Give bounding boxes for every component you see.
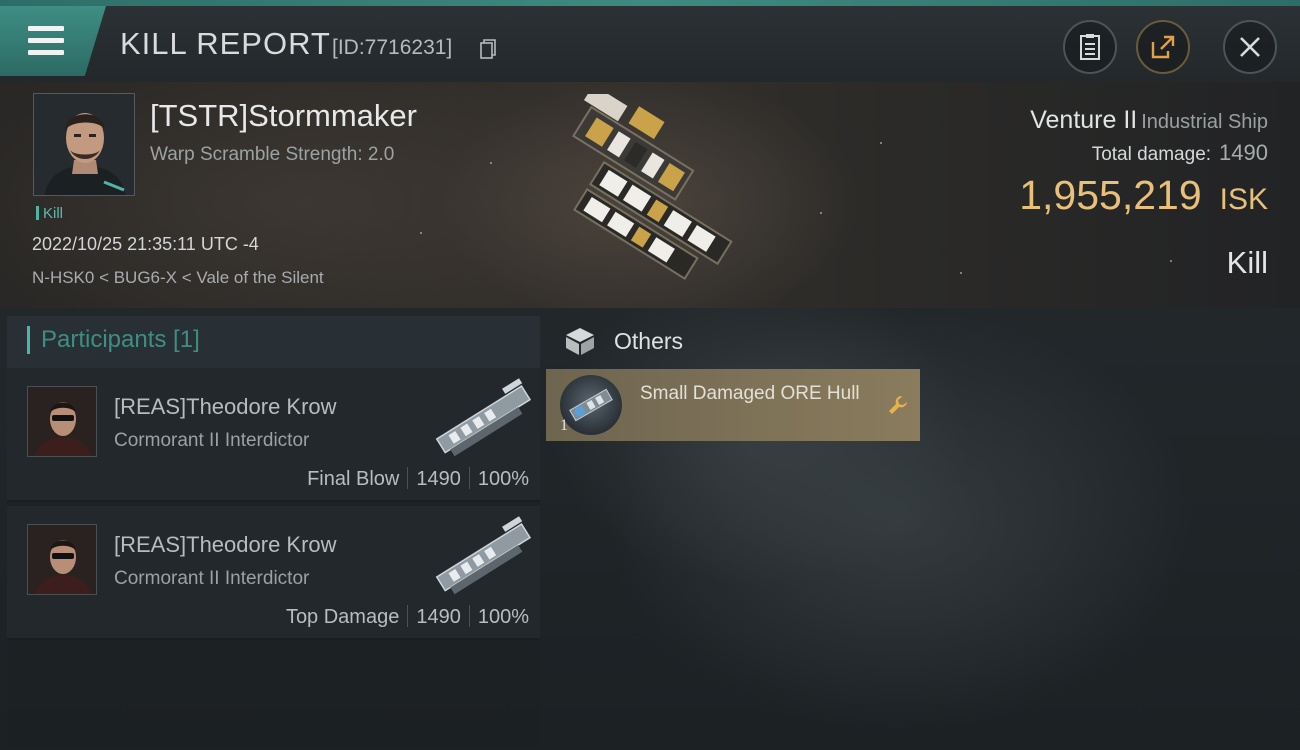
participant-name[interactable]: [REAS]Theodore Krow (114, 394, 337, 420)
victim-avatar[interactable] (33, 93, 135, 196)
participant-row[interactable]: [REAS]Theodore Krow Cormorant II Interdi… (7, 368, 540, 502)
participant-ship-image[interactable] (425, 516, 540, 598)
stats-divider (468, 467, 470, 489)
header-bar: KILL REPORT [ID:7716231] (0, 6, 1300, 82)
participant-stats: Final Blow 1490 100% (307, 467, 529, 491)
others-header: Others (548, 316, 1300, 368)
kill-result: Kill (1226, 245, 1268, 280)
share-icon (1151, 35, 1175, 59)
participants-panel: Participants [1] [REAS]Theodore Krow Cor… (7, 316, 540, 746)
close-button[interactable] (1223, 20, 1277, 74)
item-card[interactable]: 1 Small Damaged ORE Hull (546, 369, 920, 441)
cube-icon (566, 328, 594, 355)
participant-percent: 100% (477, 468, 529, 490)
report-id: [ID:7716231] (332, 36, 453, 59)
item-quantity: 1 (560, 417, 568, 434)
victim-name[interactable]: [TSTR]Stormmaker (150, 98, 417, 134)
victim-ship-name[interactable]: Venture II (1030, 106, 1137, 134)
total-damage-label: Total damage: (1091, 144, 1212, 165)
participant-role: Top Damage (285, 606, 400, 628)
wrench-icon (889, 396, 907, 414)
share-button[interactable] (1136, 20, 1190, 74)
kill-location[interactable]: N-HSK0 < BUG6-X < Vale of the Silent (32, 268, 324, 288)
victim-ship-line: Venture II Industrial Ship (1030, 106, 1268, 135)
victim-ship-image[interactable] (535, 94, 775, 294)
isk-unit: ISK (1219, 183, 1268, 216)
participant-name[interactable]: [REAS]Theodore Krow (114, 532, 337, 558)
participant-damage: 1490 (416, 468, 461, 490)
participant-percent: 100% (477, 606, 529, 628)
isk-value-line: 1,955,219 ISK (1019, 172, 1268, 219)
clipboard-icon (1080, 34, 1100, 60)
stats-divider (407, 605, 409, 627)
participant-role: Final Blow (307, 468, 400, 490)
stats-divider (468, 605, 470, 627)
participants-header: Participants [1] (7, 316, 540, 368)
total-damage-value: 1490 (1219, 140, 1268, 165)
clipboard-button[interactable] (1063, 20, 1117, 74)
participant-avatar[interactable] (27, 524, 97, 595)
close-icon (1240, 37, 1260, 57)
copy-icon[interactable] (480, 39, 496, 59)
participant-row[interactable]: [REAS]Theodore Krow Cormorant II Interdi… (7, 506, 540, 640)
participant-ship: Cormorant II Interdictor (114, 568, 310, 589)
participant-ship: Cormorant II Interdictor (114, 430, 310, 451)
total-damage-line: Total damage: 1490 (1092, 140, 1268, 166)
item-thumbnail (560, 375, 622, 435)
hamburger-menu-icon (28, 26, 64, 56)
isk-value: 1,955,219 (1019, 172, 1202, 218)
others-title: Others (614, 328, 684, 354)
stats-divider (407, 467, 409, 489)
page-title: KILL REPORT (120, 26, 331, 61)
menu-button[interactable] (0, 6, 106, 76)
warp-scramble-strength: Warp Scramble Strength: 2.0 (150, 144, 395, 165)
victim-banner: [TSTR]Stormmaker Warp Scramble Strength:… (0, 82, 1300, 308)
item-name: Small Damaged ORE Hull (640, 383, 860, 404)
victim-ship-class: Industrial Ship (1141, 111, 1268, 133)
participant-stats: Top Damage 1490 100% (286, 605, 529, 629)
participants-title: Participants [1] (41, 326, 200, 353)
participant-ship-image[interactable] (425, 378, 540, 460)
participant-damage: 1490 (416, 606, 461, 628)
kill-tag: Kill (36, 205, 63, 222)
kill-report-window: KILL REPORT [ID:7716231] [TSTR]Stormmake… (0, 0, 1300, 750)
kill-timestamp: 2022/10/25 21:35:11 UTC -4 (32, 234, 259, 254)
participant-avatar[interactable] (27, 386, 97, 457)
